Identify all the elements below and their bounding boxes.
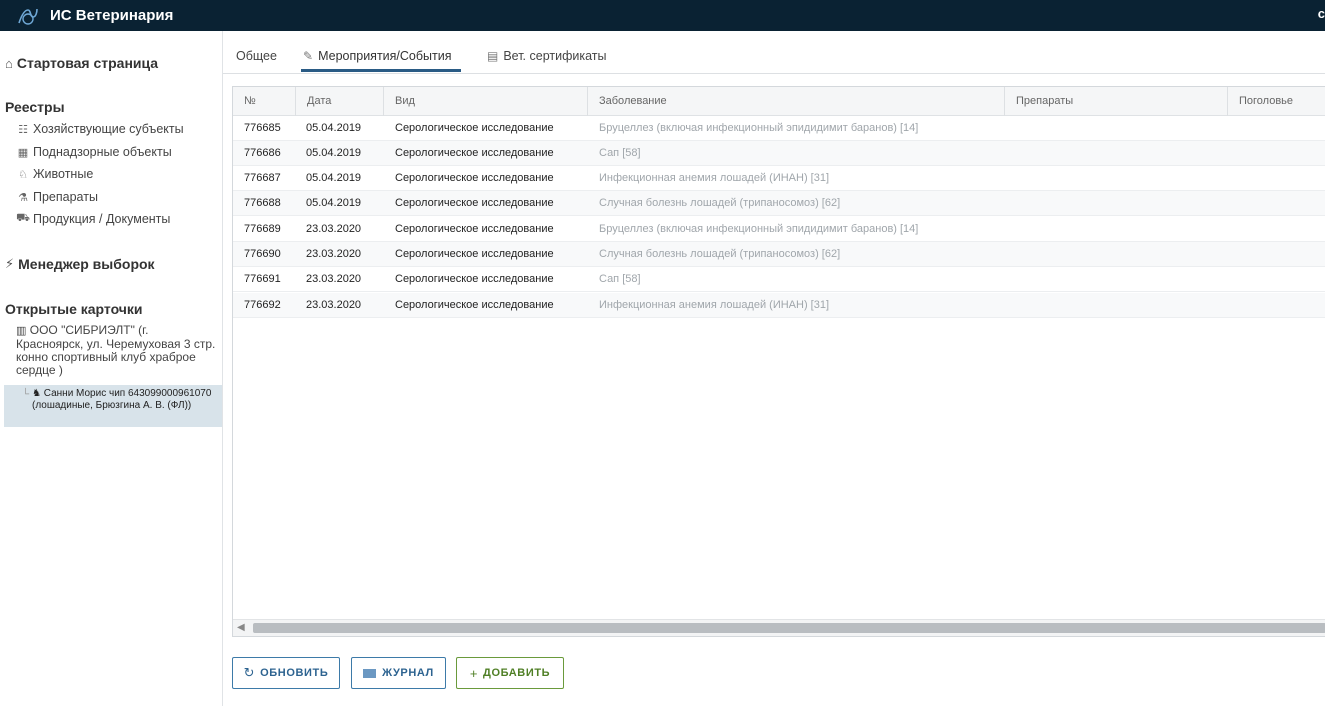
scrollbar-thumb[interactable] — [253, 623, 1325, 633]
sidebar-home-link[interactable]: ⌂ Стартовая страница — [5, 55, 158, 71]
home-label: Стартовая страница — [16, 55, 159, 71]
cell-number: 776690 — [244, 248, 281, 260]
app-title: ИС Ветеринария — [50, 7, 174, 24]
table-row[interactable]: 776685 05.04.2019 Серологическое исследо… — [233, 116, 1325, 141]
sidebar: ⌂ Стартовая страница Реестры ☷ Хозяйству… — [0, 31, 223, 706]
cell-date: 23.03.2020 — [306, 248, 362, 260]
cell-type: Серологическое исследование — [395, 147, 554, 159]
cell-type: Серологическое исследование — [395, 197, 554, 209]
plus-icon: + — [469, 665, 479, 681]
selection-manager-link[interactable]: ⚡ Менеджер выборок — [5, 256, 155, 272]
cell-date: 23.03.2020 — [306, 273, 362, 285]
animal-icon: ♘ — [18, 168, 28, 181]
cell-disease: Сап [58] — [599, 273, 641, 285]
scroll-left-icon[interactable]: ◀ — [237, 622, 245, 633]
column-header-headcount[interactable]: Поголовье — [1227, 87, 1325, 116]
cell-disease: Случная болезнь лошадей (трипаносомоз) [… — [599, 197, 841, 209]
column-header-date[interactable]: Дата — [295, 87, 383, 116]
cell-type: Серологическое исследование — [395, 223, 554, 235]
table-row[interactable]: 776687 05.04.2019 Серологическое исследо… — [233, 166, 1325, 191]
cell-disease: Инфекционная анемия лошадей (ИНАН) [31] — [599, 172, 830, 184]
cell-date: 05.04.2019 — [306, 122, 362, 134]
journal-button[interactable]: Журнал — [351, 657, 446, 689]
cell-disease: Сап [58] — [599, 147, 641, 159]
sidebar-item-supervised-objects[interactable]: ▦ Поднадзорные объекты — [16, 145, 172, 159]
cell-disease: Бруцеллез (включая инфекционный эпидидим… — [599, 223, 919, 235]
cell-type: Серологическое исследование — [395, 122, 554, 134]
column-header-type[interactable]: Вид — [383, 87, 587, 116]
building-icon: ▦ — [17, 146, 29, 159]
flask-icon: ⚗ — [18, 191, 28, 204]
top-bar: ИС Ветеринария c — [0, 0, 1325, 31]
cell-type: Серологическое исследование — [395, 248, 554, 260]
cell-number: 776687 — [244, 172, 281, 184]
cell-date: 05.04.2019 — [306, 147, 362, 159]
sidebar-item-animals[interactable]: ♘ Животные — [16, 167, 93, 181]
refresh-icon: ↻ — [243, 665, 256, 680]
sidebar-item-drugs[interactable]: ⚗ Препараты — [16, 190, 98, 204]
tab-vet-certificates[interactable]: ▤ Вет. сертификаты — [487, 49, 607, 63]
cell-number: 776692 — [244, 299, 281, 311]
pen-icon: ✎ — [303, 49, 314, 63]
selection-manager-label: Менеджер выборок — [18, 256, 155, 272]
sidebar-item-products-documents[interactable]: ⛟ Продукция / Документы — [16, 212, 170, 226]
open-cards-heading: Открытые карточки — [5, 301, 143, 317]
open-card-label: ООО "СИБРИЭЛТ" (г. Красноярск, ул. Черем… — [16, 323, 216, 377]
cell-number: 776688 — [244, 197, 281, 209]
tab-bar: Общее ✎ Мероприятия/События ▤ Вет. серти… — [223, 31, 1325, 74]
refresh-button[interactable]: ↻ Обновить — [232, 657, 340, 689]
building-icon: ▥ — [16, 325, 27, 337]
people-icon: ☷ — [18, 123, 28, 136]
sidebar-item-label: Поднадзорные объекты — [33, 145, 172, 159]
column-header-drugs[interactable]: Препараты — [1004, 87, 1227, 116]
truck-icon: ⛟ — [16, 212, 30, 224]
cell-date: 23.03.2020 — [306, 299, 362, 311]
cell-date: 05.04.2019 — [306, 197, 362, 209]
sidebar-item-label: Хозяйствующие субъекты — [33, 122, 184, 136]
sidebar-item-label: Препараты — [33, 190, 98, 204]
table-row[interactable]: 776686 05.04.2019 Серологическое исследо… — [233, 141, 1325, 166]
table-row[interactable]: 776692 23.03.2020 Серологическое исследо… — [233, 293, 1325, 318]
cell-number: 776685 — [244, 122, 281, 134]
app-logo-icon[interactable] — [16, 5, 42, 27]
table-row[interactable]: 776688 05.04.2019 Серологическое исследо… — [233, 191, 1325, 216]
cell-type: Серологическое исследование — [395, 299, 554, 311]
user-menu[interactable]: c — [1318, 6, 1325, 21]
open-card-organization[interactable]: ▥ ООО "СИБРИЭЛТ" (г. Красноярск, ул. Чер… — [16, 324, 216, 377]
tab-events[interactable]: ✎ Мероприятия/События — [303, 49, 452, 63]
horizontal-scrollbar[interactable]: ◀ — [233, 619, 1325, 636]
active-tab-indicator — [301, 69, 461, 72]
table-row[interactable]: 776691 23.03.2020 Серологическое исследо… — [233, 267, 1325, 292]
table-row[interactable]: 776689 23.03.2020 Серологическое исследо… — [233, 217, 1325, 242]
tree-branch-icon: └ — [22, 389, 30, 400]
tab-general[interactable]: Общее — [236, 49, 277, 63]
cell-date: 23.03.2020 — [306, 223, 362, 235]
cell-disease: Случная болезнь лошадей (трипаносомоз) [… — [599, 248, 841, 260]
certificate-icon: ▤ — [487, 49, 499, 63]
add-button[interactable]: + Добавить — [456, 657, 564, 689]
lightning-icon: ⚡ — [5, 256, 15, 271]
home-icon: ⌂ — [5, 55, 13, 71]
horse-icon: ♞ — [32, 388, 41, 399]
open-card-animal[interactable]: └ ♞ Санни Морис чип 643099000961070 (лош… — [4, 385, 222, 427]
sidebar-item-business-entities[interactable]: ☷ Хозяйствующие субъекты — [16, 122, 184, 136]
cell-number: 776686 — [244, 147, 281, 159]
registries-heading: Реестры — [5, 99, 65, 115]
events-table: № Дата Вид Заболевание Препараты Поголов… — [232, 86, 1325, 637]
open-card-label: Санни Морис чип 643099000961070 (лошадин… — [32, 388, 212, 411]
cell-disease: Инфекционная анемия лошадей (ИНАН) [31] — [599, 299, 830, 311]
journal-icon — [363, 668, 377, 678]
cell-date: 05.04.2019 — [306, 172, 362, 184]
column-header-disease[interactable]: Заболевание — [587, 87, 1004, 116]
table-header: № Дата Вид Заболевание Препараты Поголов… — [233, 87, 1325, 116]
table-row[interactable]: 776690 23.03.2020 Серологическое исследо… — [233, 242, 1325, 267]
cell-type: Серологическое исследование — [395, 273, 554, 285]
cell-type: Серологическое исследование — [395, 172, 554, 184]
cell-number: 776691 — [244, 273, 281, 285]
sidebar-item-label: Животные — [33, 167, 94, 181]
cell-number: 776689 — [244, 223, 281, 235]
column-header-number[interactable]: № — [233, 87, 295, 116]
cell-disease: Бруцеллез (включая инфекционный эпидидим… — [599, 122, 919, 134]
sidebar-item-label: Продукция / Документы — [33, 212, 171, 226]
